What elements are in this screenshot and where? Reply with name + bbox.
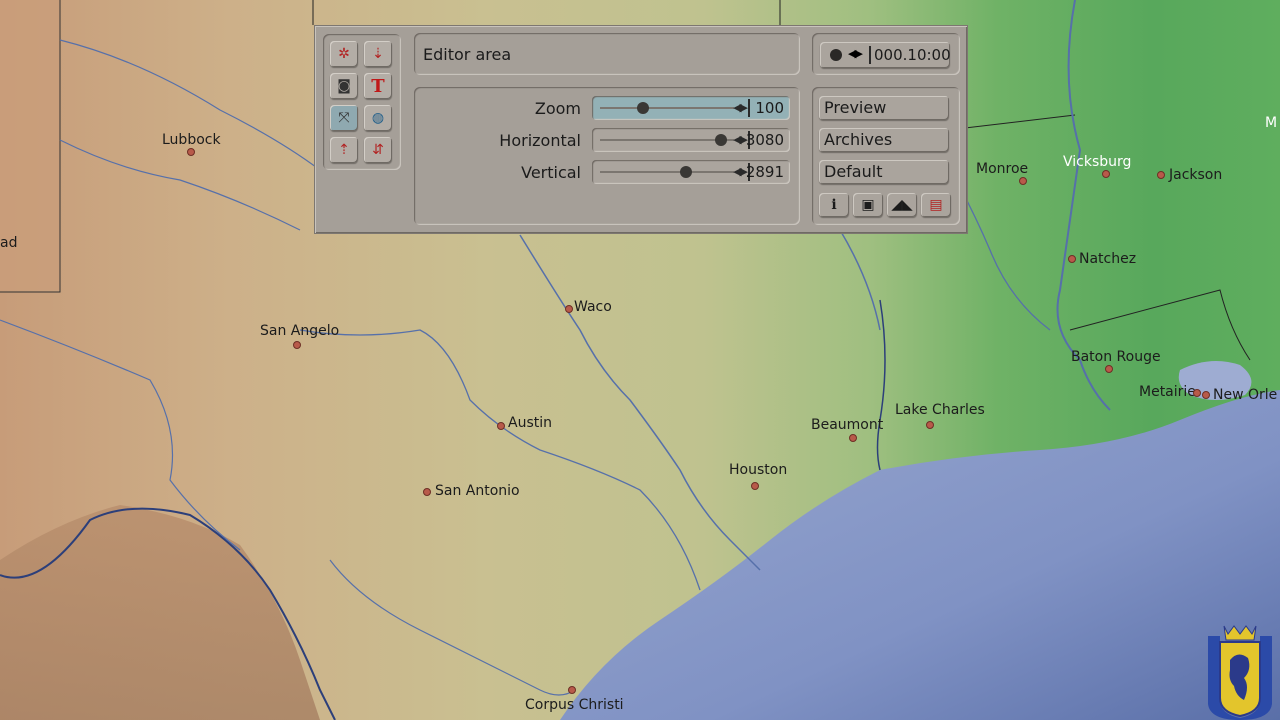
slider-knob[interactable] (714, 134, 727, 146)
archives-button[interactable]: Archives (819, 128, 949, 152)
city-label: San Antonio (435, 483, 520, 499)
settings-icon[interactable]: ✲ (330, 41, 358, 67)
slider-separator (748, 99, 750, 117)
timecode-separator (869, 46, 871, 64)
record-dot-icon (830, 49, 842, 61)
horizontal-label: Horizontal (499, 131, 581, 150)
preview-button[interactable]: Preview (819, 96, 949, 120)
city-dot (926, 421, 934, 429)
city-label: M (1265, 115, 1278, 131)
city-dot (293, 341, 301, 349)
city-label: Vicksburg (1063, 154, 1132, 170)
text-t-icon[interactable]: T (364, 73, 392, 99)
city-label: Austin (508, 415, 552, 431)
left-right-arrows-icon: ◀▶ (848, 47, 863, 60)
default-button[interactable]: Default (819, 160, 949, 184)
city-dot (751, 482, 759, 490)
vertical-slider[interactable]: ◀▶ 2891 (592, 160, 790, 184)
zoom-label: Zoom (534, 99, 581, 118)
city-dot (1105, 365, 1113, 373)
timecode-control[interactable]: ◀▶ 000.10:00 (820, 42, 951, 68)
city-label: Waco (574, 299, 612, 315)
city-dot (849, 434, 857, 442)
slider-knob[interactable] (679, 166, 692, 178)
left-right-arrows-icon: ◀▶ (733, 101, 748, 114)
city-label: San Angelo (260, 323, 340, 339)
toolbox-icon: ▤ (929, 197, 943, 213)
city-dot (1202, 391, 1210, 399)
city-dot (1068, 255, 1076, 263)
crop-icon[interactable]: ⤧ (330, 105, 358, 131)
move-pin-icon[interactable]: ⇵ (364, 137, 392, 163)
zoom-slider[interactable]: ◀▶ 100 (592, 96, 790, 120)
city-label: Corpus Christi (525, 697, 624, 713)
city-label: Natchez (1079, 251, 1137, 267)
vertical-label: Vertical (521, 163, 581, 182)
info-button[interactable]: i (819, 193, 849, 217)
city-dot (1102, 170, 1110, 178)
frame-button[interactable]: ▣ (853, 193, 883, 217)
frame-icon: ▣ (861, 197, 875, 213)
horizontal-value: 3080 (745, 131, 784, 149)
horizontal-slider[interactable]: ◀▶ 3080 (592, 128, 790, 152)
city-label: Lake Charles (895, 402, 985, 418)
toolbox-button[interactable]: ▤ (921, 193, 951, 217)
info-icon: i (831, 197, 837, 213)
city-label: Houston (729, 462, 788, 478)
triangle-button[interactable]: ◢◣ (887, 193, 917, 217)
slider-track (600, 139, 734, 141)
city-dot (568, 686, 576, 694)
coat-of-arms-logo (1208, 625, 1272, 720)
slider-knob[interactable] (636, 102, 649, 114)
pin-move-icon[interactable]: ⇣ (364, 41, 392, 67)
city-dot (423, 488, 431, 496)
city-label: Lubbock (162, 132, 221, 148)
left-right-arrows-icon: ◀▶ (733, 165, 748, 178)
left-right-arrows-icon: ◀▶ (733, 133, 748, 146)
editor-panel: ✲ ⇣ ◙ T ⤧ ◍ ⇡ ⇵ Editor area ◀▶ 000.10:00… (314, 25, 968, 234)
city-label: Baton Rouge (1071, 349, 1161, 365)
city-label: Jackson (1169, 167, 1223, 183)
city-label: ad (0, 235, 18, 251)
city-label: Metairie (1139, 384, 1196, 400)
slider-track (600, 107, 734, 109)
city-label: New Orle (1213, 387, 1278, 403)
city-dot (1193, 389, 1201, 397)
globe-icon[interactable]: ◍ (364, 105, 392, 131)
city-label: Monroe (976, 161, 1029, 177)
triangle-icon: ◢◣ (891, 197, 913, 213)
add-pin-icon[interactable]: ⇡ (330, 137, 358, 163)
vertical-value: 2891 (745, 163, 784, 181)
city-dot (497, 422, 505, 430)
city-dot (1019, 177, 1027, 185)
city-label: Beaumont (811, 417, 884, 433)
panel-title: Editor area (423, 45, 512, 64)
camera-icon[interactable]: ◙ (330, 73, 358, 99)
slider-track (600, 171, 734, 173)
city-dot (565, 305, 573, 313)
zoom-value: 100 (755, 99, 784, 117)
city-dot (187, 148, 195, 156)
timecode-value: 000.10:00 (874, 46, 951, 64)
city-dot (1157, 171, 1165, 179)
